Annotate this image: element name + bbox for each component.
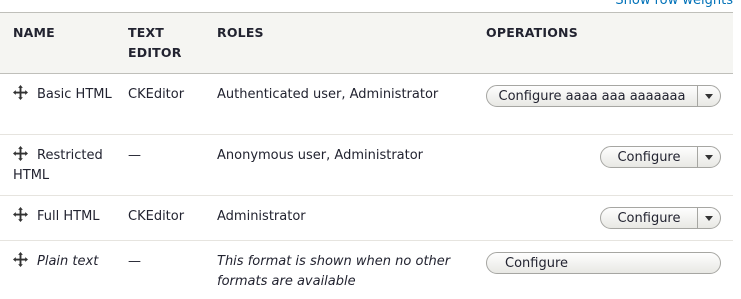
show-row-weights-link[interactable]: Show row weights (615, 0, 733, 8)
configure-button[interactable]: Configure (486, 252, 721, 274)
configure-dropbutton: Configure (600, 146, 721, 168)
configure-button[interactable]: Configure (601, 147, 697, 167)
format-name-cell: Full HTML (13, 207, 133, 227)
chevron-down-icon (705, 93, 713, 99)
column-header-text-editor: TEXT EDITOR (128, 25, 182, 60)
drag-handle-icon[interactable] (13, 207, 28, 222)
text-editor-value: — (128, 254, 141, 269)
format-name-cell: Restricted HTML (13, 146, 113, 186)
format-name-cell: Plain text (13, 252, 133, 272)
format-name: Plain text (37, 254, 99, 269)
table-header: NAME TEXT EDITOR ROLES OPERATIONS (0, 12, 733, 74)
table-row: Basic HTML CKEditor Authenticated user, … (0, 74, 733, 135)
text-editor-value: — (128, 148, 141, 163)
format-name-cell: Basic HTML (13, 85, 113, 105)
drag-handle-icon[interactable] (13, 85, 28, 100)
chevron-down-icon (705, 215, 713, 221)
roles-value: Authenticated user, Administrator (217, 87, 439, 102)
configure-button[interactable]: Configure aaaa aaa aaaaaaa (487, 86, 697, 106)
column-header-name: NAME (13, 25, 55, 40)
configure-button[interactable]: Configure (601, 208, 697, 228)
text-editor-value: CKEditor (128, 209, 185, 224)
table-row: Full HTML CKEditor Administrator Configu… (0, 196, 733, 241)
column-header-roles: ROLES (217, 25, 264, 40)
text-editor-value: CKEditor (128, 87, 185, 102)
text-formats-table: NAME TEXT EDITOR ROLES OPERATIONS Basic … (0, 12, 733, 299)
table-row: Restricted HTML — Anonymous user, Admini… (0, 135, 733, 196)
dropbutton-toggle[interactable] (697, 147, 720, 167)
column-header-operations: OPERATIONS (486, 25, 578, 40)
table-row: Plain text — This format is shown when n… (0, 241, 733, 299)
drag-handle-icon[interactable] (13, 146, 28, 161)
dropbutton-toggle[interactable] (697, 208, 720, 228)
roles-value: Administrator (217, 209, 306, 224)
configure-dropbutton: Configure aaaa aaa aaaaaaa (486, 85, 721, 107)
drag-handle-icon[interactable] (13, 252, 28, 267)
chevron-down-icon (705, 154, 713, 160)
format-name: Full HTML (37, 209, 100, 224)
dropbutton-toggle[interactable] (697, 86, 720, 106)
configure-dropbutton: Configure (600, 207, 721, 229)
roles-value: This format is shown when no other forma… (217, 254, 451, 289)
roles-value: Anonymous user, Administrator (217, 148, 424, 163)
format-name: Basic HTML (37, 87, 112, 102)
